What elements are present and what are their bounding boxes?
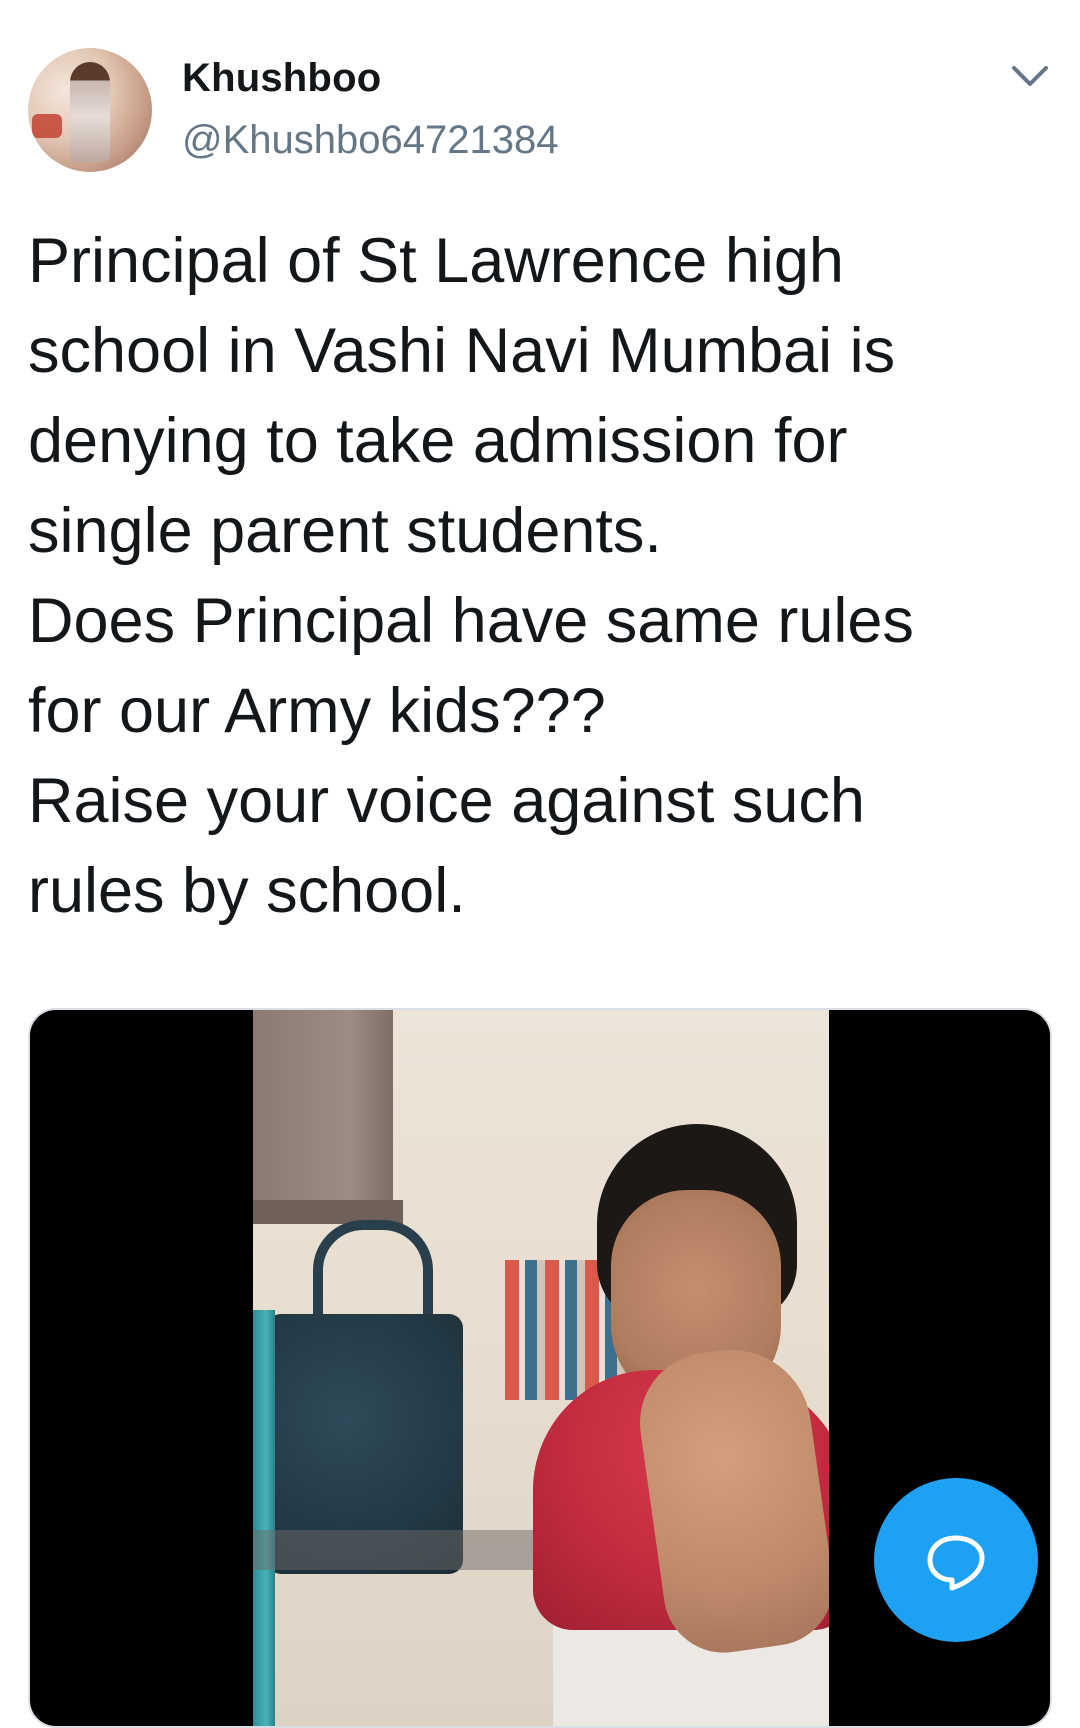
display-name[interactable]: Khushboo (182, 56, 381, 101)
tweet-header: Khushboo @Khushbo64721384 (0, 0, 1080, 190)
tweet-text-line: Principal of St Lawrence high (28, 226, 844, 296)
speech-bubble-icon (927, 1535, 985, 1591)
video-person (533, 1120, 829, 1726)
user-handle[interactable]: @Khushbo64721384 (182, 118, 558, 163)
avatar[interactable] (28, 48, 152, 172)
compose-reply-button[interactable] (874, 1478, 1038, 1642)
video-player[interactable] (28, 1008, 1052, 1728)
tweet-text: Principal of St Lawrence high school in … (28, 216, 1048, 936)
video-shelf (253, 1530, 553, 1570)
video-bottle (253, 1310, 275, 1726)
avatar-figure (70, 62, 110, 162)
avatar-accent (32, 114, 62, 138)
tweet-text-line: denying to take admission for (28, 406, 848, 476)
tweet-text-line: single parent students. (28, 496, 662, 566)
tweet-text-line: for our Army kids??? (28, 676, 606, 746)
video-cabinet (253, 1010, 393, 1210)
tweet-text-line: Raise your voice against such (28, 766, 865, 836)
video-frame[interactable] (253, 1010, 829, 1726)
chevron-down-icon[interactable] (1008, 58, 1052, 94)
tweet-text-line: school in Vashi Navi Mumbai is (28, 316, 896, 386)
tweet-text-line: rules by school. (28, 856, 466, 926)
tweet-text-line: Does Principal have same rules (28, 586, 914, 656)
